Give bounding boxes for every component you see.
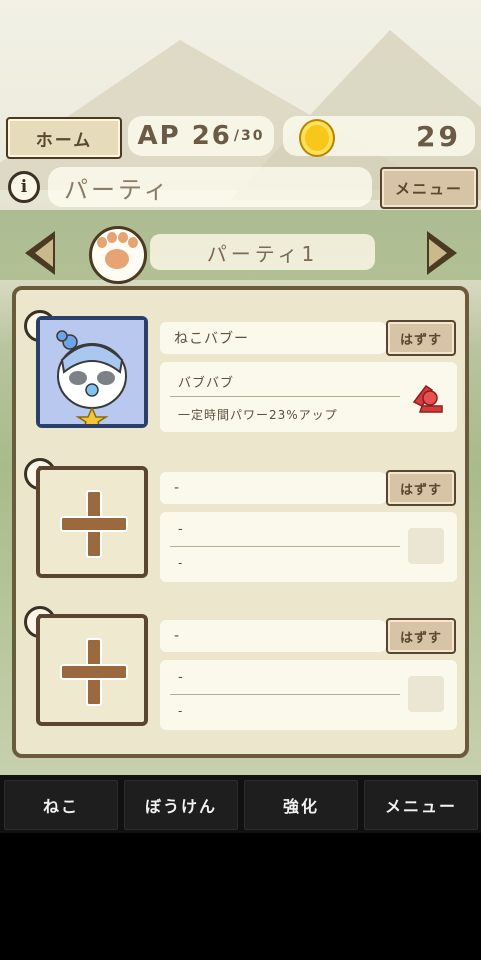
ap-current: 26 (191, 121, 232, 151)
skill-empty-icon (408, 528, 444, 564)
divider (170, 694, 400, 695)
nav-upgrade[interactable]: 強化 (244, 780, 358, 830)
skill-name: バブバブ (178, 376, 235, 391)
previous-party-arrow-icon[interactable] (25, 231, 55, 275)
info-icon[interactable]: i (8, 171, 40, 203)
nav-neko[interactable]: ねこ (4, 780, 118, 830)
next-party-arrow-icon[interactable] (427, 231, 457, 275)
cat-portrait-slot[interactable] (36, 316, 148, 432)
party-name: パーティ1 (150, 234, 375, 270)
remove-button[interactable]: はずす (386, 470, 456, 506)
bottom-navbar: ねこ ぼうけん 強化 メニュー (0, 775, 481, 833)
skill-name: - (178, 522, 184, 537)
menu-button[interactable]: メニュー (380, 167, 478, 209)
skill-box: - - (160, 660, 457, 730)
coin-display: 29 (283, 116, 475, 157)
skill-description: - (178, 556, 184, 570)
coin-count: 29 (416, 120, 461, 153)
skill-box: - - (160, 512, 457, 582)
ap-max: /30 (233, 128, 265, 144)
slot-cat-name: ねこバブー (160, 322, 386, 354)
slot-cat-name: - (160, 620, 386, 652)
skill-box: バブバブ 一定時間パワー23%アップ (160, 362, 457, 432)
skill-power-icon (412, 384, 443, 413)
ap-label: AP (137, 121, 181, 151)
remove-button[interactable]: はずす (386, 320, 456, 356)
divider (170, 396, 400, 397)
paw-icon (89, 226, 147, 284)
skill-empty-icon (408, 676, 444, 712)
page-title: パーティ (48, 167, 372, 207)
skill-description: 一定時間パワー23%アップ (178, 408, 338, 422)
coin-icon (299, 119, 335, 157)
empty-slot[interactable] (36, 466, 148, 578)
remove-button[interactable]: はずす (386, 618, 456, 654)
home-button[interactable]: ホーム (6, 117, 122, 159)
nav-adventure[interactable]: ぼうけん (124, 780, 238, 830)
skill-name: - (178, 670, 184, 685)
slot-cat-name: - (160, 472, 386, 504)
empty-slot[interactable] (36, 614, 148, 726)
background-scene: ホーム AP 26/30 29 i パーティ メニュー パーティ1 i (0, 0, 481, 775)
divider (170, 546, 400, 547)
ap-display: AP 26/30 (128, 116, 274, 156)
nav-menu[interactable]: メニュー (364, 780, 478, 830)
cat-baby-icon (40, 320, 144, 432)
party-panel: i ねこバブー はずす バブバブ 一定時間パワー23%アップ (12, 286, 469, 758)
skill-description: - (178, 704, 184, 718)
